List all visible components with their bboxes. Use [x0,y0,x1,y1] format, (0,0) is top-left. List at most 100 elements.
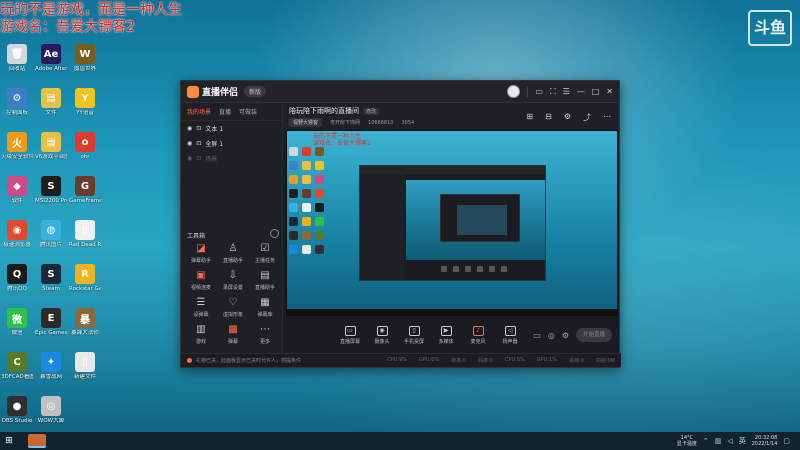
tool-item[interactable]: ⋯ 更多 [249,324,281,345]
desktop-icon[interactable]: ◉ 极速浏览器 [1,218,33,258]
tool-item[interactable]: ▤ 直播助手 [249,270,281,291]
minimize-icon[interactable]: — [577,87,585,97]
window-titlebar[interactable]: 直播伴侣 新版 ▭ ⛶ ☰ — □ ✕ [181,81,619,103]
desktop-icon[interactable]: ✦ 暴雪战网 [35,350,67,390]
desktop-icon[interactable]: 火火绒安全软件 [1,130,33,170]
desktop-icon-label: Rockstar Games... [69,286,101,292]
desktop-icon[interactable]: ▯ 新建文件 [69,350,101,390]
tool-item[interactable]: ◪ 弹幕助手 [185,243,217,264]
lock-icon[interactable]: ⊡ [196,125,201,132]
tool-icon: ♙ [228,243,238,254]
desktop-icon[interactable]: W 魔兽世界 [69,42,101,82]
desktop-icon[interactable]: 🗑 回收站 [1,42,33,82]
tool-item[interactable]: ♙ 直播助手 [217,243,249,264]
user-avatar[interactable] [507,85,521,98]
volume-icon[interactable]: ◁ [727,437,732,445]
tab-my-scenes[interactable]: 我的场景 [187,107,211,116]
tool-item[interactable]: ⇩ 录屏设置 [217,270,249,291]
ime-icon[interactable]: 英 [739,436,746,446]
settings-gear-icon[interactable]: ⚙ [562,331,569,340]
edit-room-button[interactable]: 修改 [363,107,380,115]
desktop-icon[interactable]: Ae Adobe After Effects 2020 [35,42,67,82]
desktop-icon[interactable]: ▯ Red Dead Redempti... [69,218,101,258]
desktop-icon[interactable]: ◎ WOW大脚 [35,394,67,434]
tool-item[interactable]: ▦ 弹幕库 [249,297,281,318]
room-id: 10666810 [368,119,394,126]
desktop-icon[interactable]: E Epic Games Launcher [35,306,67,346]
perf-stats: CPU:9% GPU:0% 帧率:0 码率:0 CPU:5% GPU:1% 丢帧:0 内存:0… [387,357,615,364]
desktop-icon[interactable]: R Rockstar Games... [69,262,101,302]
scene-item[interactable]: ◉ ⊡ 场景 [181,151,282,166]
weather-widget[interactable]: 14°C 显卡温度 [677,435,697,447]
tool-item[interactable]: ♡ 虚拟形象 [217,297,249,318]
source-button[interactable]: ◁ 扬声器 [494,325,526,345]
notification-icon[interactable]: ▢ [783,437,790,445]
fullscreen-icon[interactable]: ⛶ [550,87,556,97]
more-icon[interactable]: ⋯ [603,112,611,123]
tab-extra[interactable]: 可做装 [239,107,257,116]
tool-icon: ♡ [228,297,238,308]
category-chip[interactable]: 视野大镖客 [289,118,323,127]
control-panel-icon: ⚙ [7,88,27,108]
record-icon[interactable]: ◎ [548,331,555,340]
desktop-icon[interactable]: o ohr [69,130,101,170]
menu-icon[interactable]: ☰ [563,87,570,97]
version-badge[interactable]: 新版 [244,86,267,97]
stream-preview[interactable]: 玩的不是一种人生 游戏名：吾爱大镖客2 [286,130,618,316]
source-button[interactable]: ♪ 麦克风 [462,325,494,345]
cart-icon[interactable]: ⊟ [545,112,552,123]
desktop-icon[interactable]: ▤ 文件 [35,86,67,126]
eye-icon[interactable]: ◉ [187,155,192,162]
windows-start-icon[interactable]: ⊞ [0,432,18,450]
app-logo-icon [187,85,199,98]
tool-item[interactable]: ▥ 游戏 [185,324,217,345]
clock[interactable]: 20:32:08 2022/1/14 [752,435,778,447]
close-icon[interactable]: ✕ [606,87,613,97]
preview-app-icon [289,175,298,184]
desktop-icon[interactable]: 微微信 [1,306,33,346]
toolbox-settings-icon[interactable] [270,229,279,238]
eye-icon[interactable]: ◉ [187,125,192,132]
desktop-icon[interactable]: ⚙ 控制面板 [1,86,33,126]
desktop-icon[interactable]: Q 腾讯QQ [1,262,33,302]
source-button[interactable]: ▶ 多媒体 [430,325,462,345]
desktop-icon[interactable]: ▤ V6游戏平台图标 [35,130,67,170]
desktop-icon[interactable]: C 3DFCAD看图软件 [1,350,33,390]
desktop-icon[interactable]: ● OBS Studio [1,394,33,434]
message-icon[interactable]: ▭ [535,87,543,97]
scene-item[interactable]: ◉ ⊡ 文本 1 [181,121,282,136]
desktop-icon[interactable]: S Steam [35,262,67,302]
go-live-button[interactable]: 开始直播 [576,328,612,342]
tool-item[interactable]: ☰ 设弹幕 [185,297,217,318]
desktop-icon[interactable]: ◍ 腾讯图片 [35,218,67,258]
chevron-up-icon[interactable]: ⌃ [703,437,709,445]
overlay-line-2: 游戏名：吾爱大镖客2 [0,19,135,35]
tab-live[interactable]: 直播 [219,107,231,116]
source-icon: ▶ [440,325,452,336]
tool-item[interactable]: ▩ 弹幕 [217,324,249,345]
tool-label: 录屏设置 [222,285,243,291]
lock-icon[interactable]: ⊡ [196,140,201,147]
desktop-icon[interactable]: S MSI2200 Pro Game... [35,174,67,214]
scene-item[interactable]: ◉ ⊡ 全屏 1 [181,136,282,151]
gift-icon[interactable]: ⊞ [526,112,533,123]
desktop-icon[interactable]: 暴暴躁大法师 [69,306,101,346]
eye-icon[interactable]: ◉ [187,140,192,147]
maximize-icon[interactable]: □ [592,87,600,97]
desktop-icon[interactable]: Y YY语音 [69,86,101,126]
tool-item[interactable]: ☑ 主播任务 [249,243,281,264]
desktop-icon[interactable]: ◆ 软件 [1,174,33,214]
source-button[interactable]: ▯ 手机投屏 [398,325,430,345]
settings-icon[interactable]: ⚙ [564,112,571,123]
perf-stat: CPU:5% [504,357,525,363]
tool-item[interactable]: ▣ 视频连麦 [185,270,217,291]
share-icon[interactable]: ⤴ [583,112,591,123]
taskbar-app-stream-companion[interactable] [28,434,46,448]
source-button[interactable]: ▭ 直播屏幕 [334,325,366,345]
source-button[interactable]: ◉ 摄像头 [366,325,398,345]
camera-icon[interactable]: ▭ [533,331,541,340]
desktop-icon[interactable]: G GameFramet Tha Com... [69,174,101,214]
network-icon[interactable]: ▥ [715,437,722,445]
tool-icon: ◪ [196,243,206,254]
lock-icon[interactable]: ⊡ [196,155,201,162]
